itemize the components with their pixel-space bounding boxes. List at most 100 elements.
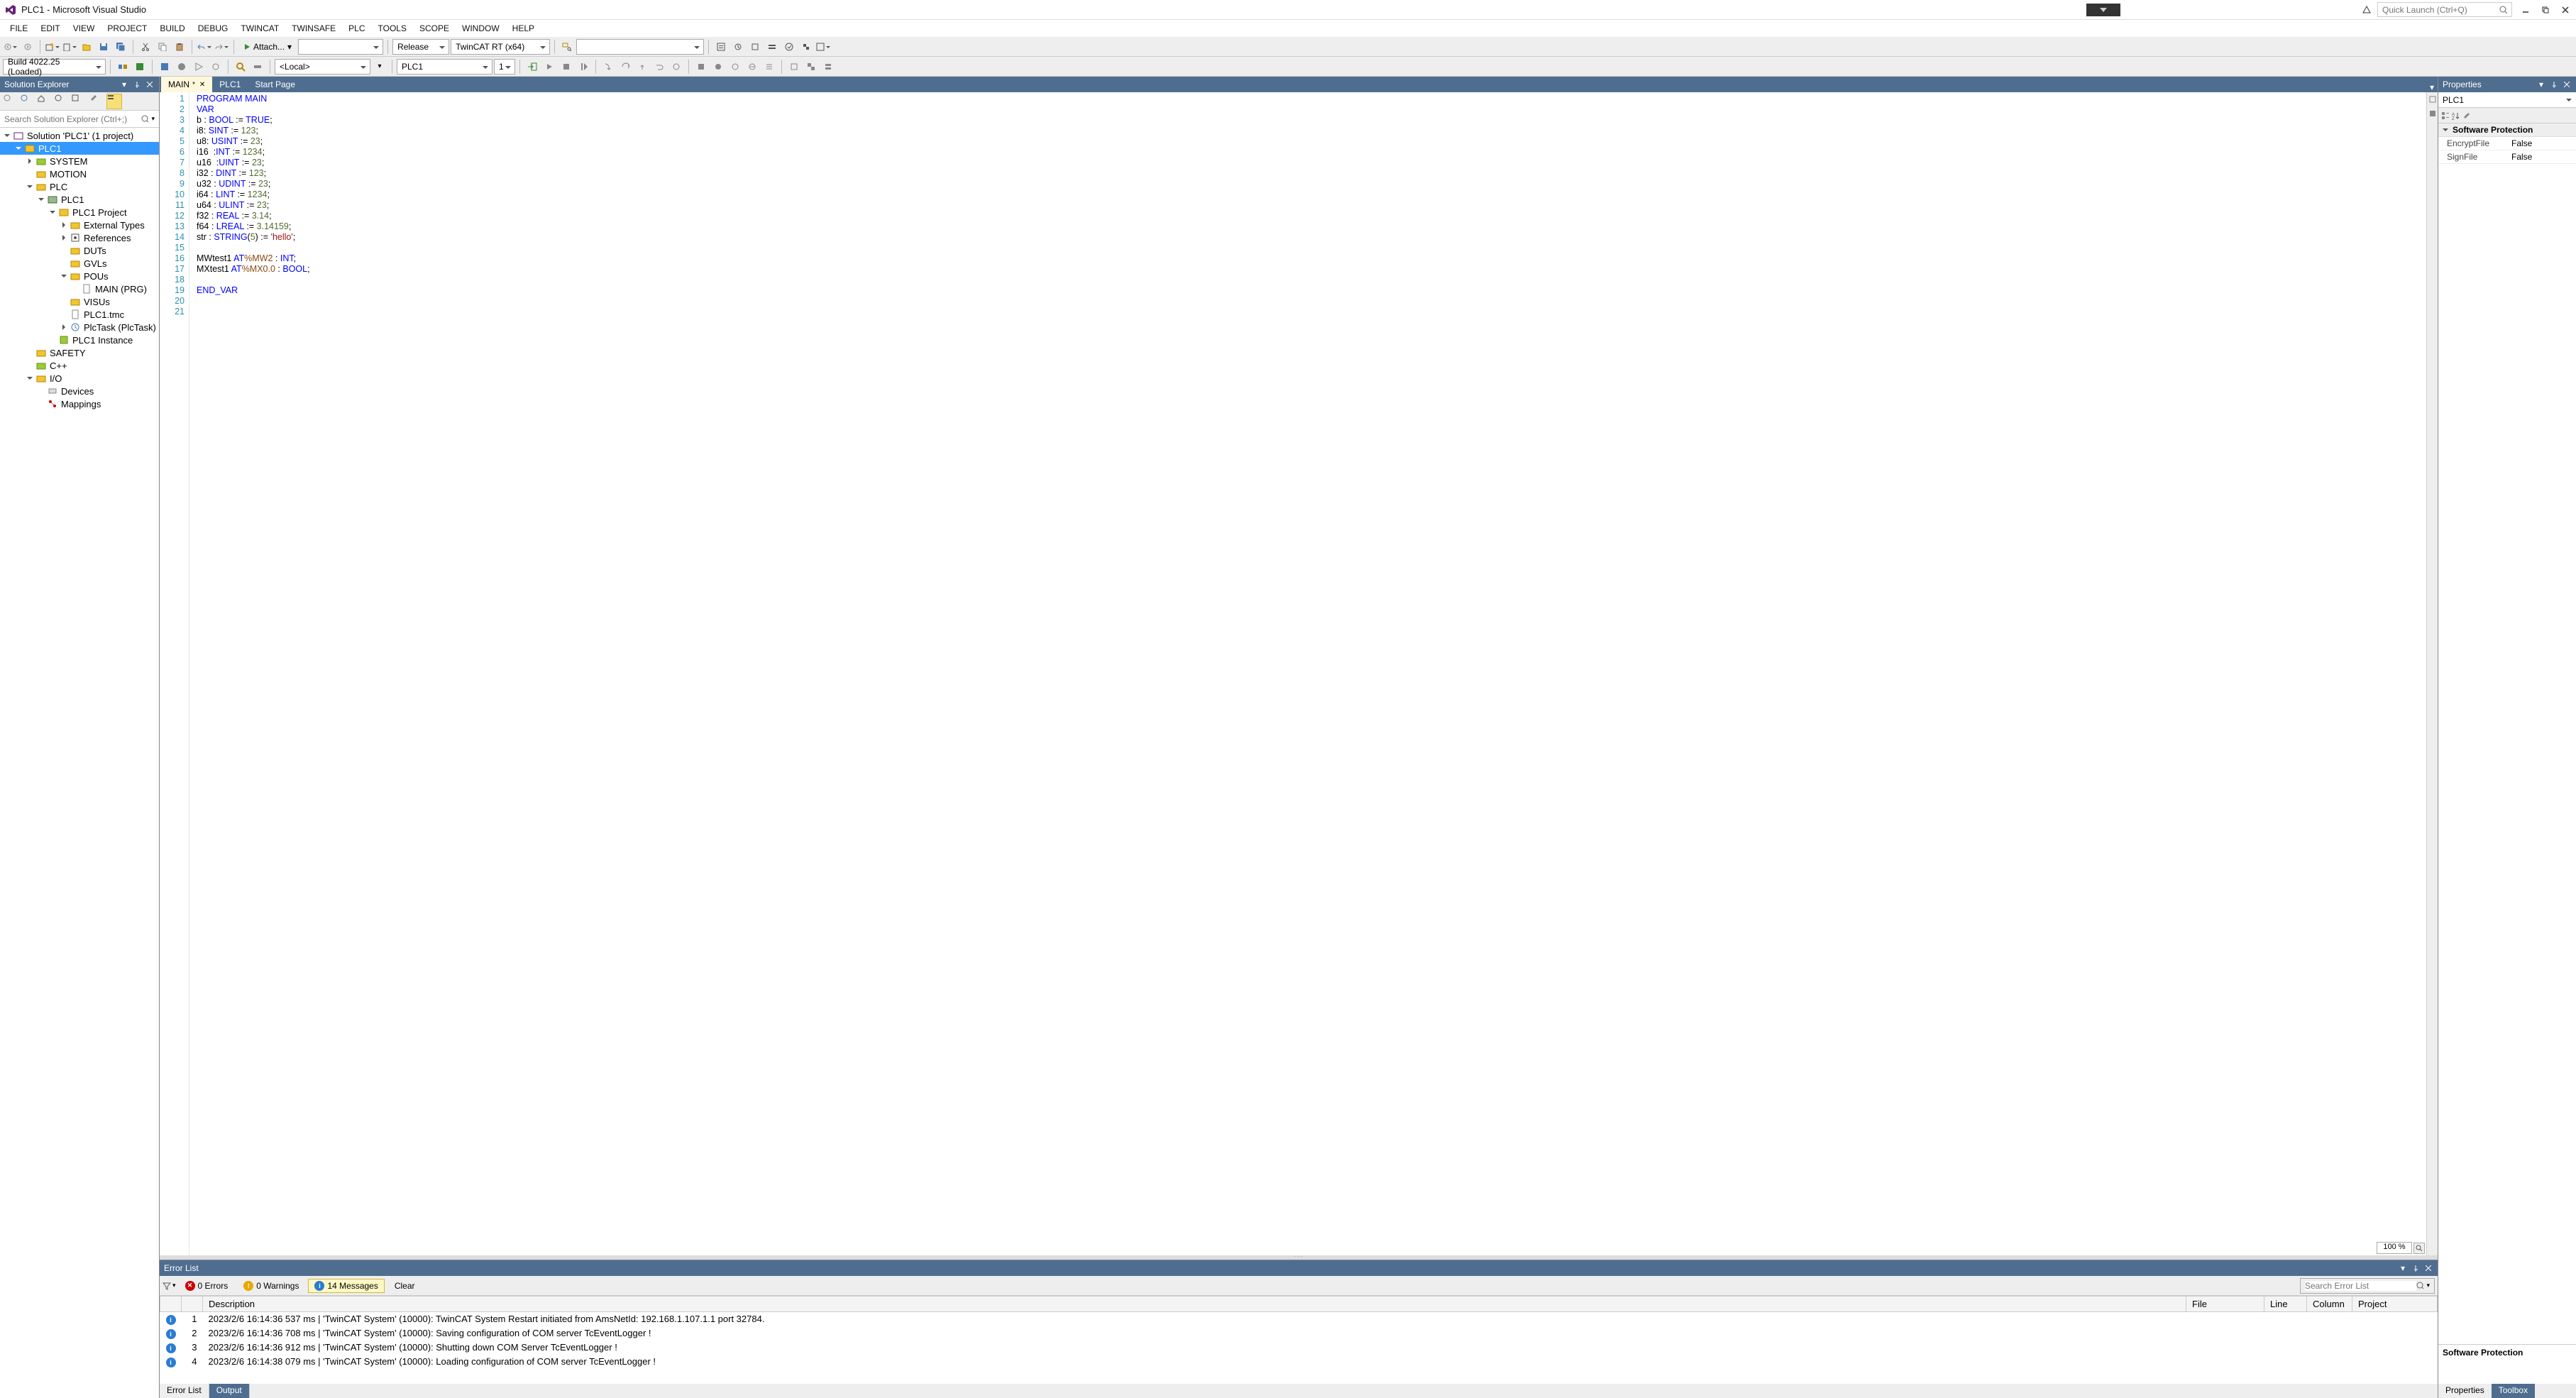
solution-root[interactable]: Solution 'PLC1' (1 project): [0, 129, 159, 142]
tc-btn-1[interactable]: [713, 39, 729, 55]
property-row[interactable]: EncryptFileFalse: [2438, 137, 2576, 150]
bp-new[interactable]: [710, 59, 726, 75]
error-table[interactable]: DescriptionFileLineColumnProject i12023/…: [160, 1296, 2438, 1384]
tree-item[interactable]: C++: [0, 359, 159, 372]
run-to-cursor[interactable]: [668, 59, 684, 75]
tree-item[interactable]: PLC1 Project: [0, 206, 159, 219]
messages-filter[interactable]: i14 Messages: [308, 1279, 384, 1293]
tree-item[interactable]: PLC: [0, 180, 159, 193]
tc-freerun[interactable]: [191, 59, 207, 75]
menu-plc[interactable]: PLC: [343, 22, 370, 35]
error-search-input[interactable]: [2305, 1281, 2416, 1291]
find-button[interactable]: [559, 39, 575, 55]
close-button[interactable]: [2559, 4, 2572, 16]
menu-file[interactable]: FILE: [4, 22, 33, 35]
home-icon[interactable]: [3, 94, 18, 109]
errors-filter[interactable]: ✕0 Errors: [179, 1279, 235, 1293]
prop-page-icon[interactable]: [2462, 111, 2471, 120]
pin-icon[interactable]: [132, 79, 142, 89]
properties-target[interactable]: PLC1: [2438, 92, 2576, 108]
tc-btn-2[interactable]: [730, 39, 746, 55]
panel-close-icon[interactable]: [145, 79, 155, 89]
project-combo[interactable]: PLC1: [397, 59, 492, 75]
bp-disable[interactable]: [761, 59, 777, 75]
tab-close-icon[interactable]: ✕: [199, 81, 205, 89]
build-combo[interactable]: Build 4022.25 (Loaded): [3, 59, 106, 75]
horizontal-splitter[interactable]: [160, 1255, 2438, 1260]
tc-scan[interactable]: [233, 59, 248, 75]
property-value[interactable]: False: [2507, 137, 2576, 150]
title-tab-dropdown[interactable]: [2086, 4, 2120, 16]
step-out[interactable]: [634, 59, 650, 75]
menu-scope[interactable]: SCOPE: [414, 22, 455, 35]
preview-icon[interactable]: [106, 94, 122, 109]
document-tab[interactable]: PLC1: [212, 77, 248, 92]
panel-dropdown-icon[interactable]: ▾: [119, 79, 129, 89]
tree-item[interactable]: PLC1 Instance: [0, 334, 159, 346]
tree-item[interactable]: External Types: [0, 219, 159, 231]
panel-close-icon[interactable]: [2562, 79, 2572, 89]
solution-search-input[interactable]: [4, 114, 141, 124]
redo-button[interactable]: [214, 39, 229, 55]
extra-btn-2[interactable]: [803, 59, 819, 75]
stop-button[interactable]: [558, 59, 574, 75]
zoom-field[interactable]: 100 %: [2377, 1242, 2412, 1254]
tree-item[interactable]: PLC1.tmc: [0, 308, 159, 321]
tree-item[interactable]: GVLs: [0, 257, 159, 270]
code-area[interactable]: PROGRAM MAINVARb : BOOL := TRUE;i8: SINT…: [189, 92, 2426, 1255]
paste-button[interactable]: [172, 39, 187, 55]
pin-icon[interactable]: [2549, 79, 2559, 89]
error-row[interactable]: i32023/2/6 16:14:36 912 ms | 'TwinCAT Sy…: [160, 1341, 2438, 1355]
menu-build[interactable]: BUILD: [154, 22, 190, 35]
quick-launch-search[interactable]: [2377, 2, 2512, 17]
tree-item[interactable]: MAIN (PRG): [0, 282, 159, 295]
show-all-icon[interactable]: [71, 94, 87, 109]
panel-dropdown-icon[interactable]: ▾: [2536, 79, 2546, 89]
tree-item[interactable]: VISUs: [0, 295, 159, 308]
alphabetical-icon[interactable]: AZ: [2451, 111, 2460, 120]
tc-toggle[interactable]: [250, 59, 265, 75]
empty-combo-1[interactable]: [298, 39, 383, 55]
properties-icon[interactable]: [89, 94, 105, 109]
props-bottom-tab[interactable]: Properties: [2438, 1384, 2492, 1398]
bottom-tab[interactable]: Error List: [160, 1384, 209, 1398]
home-nav-icon[interactable]: [37, 94, 53, 109]
column-header[interactable]: Column: [2307, 1297, 2352, 1312]
column-header[interactable]: [160, 1297, 182, 1312]
document-tab[interactable]: Start Page: [248, 77, 302, 92]
tree-item[interactable]: SYSTEM: [0, 155, 159, 167]
bp-delete[interactable]: [744, 59, 760, 75]
config-combo[interactable]: Release: [392, 39, 449, 55]
solution-tree[interactable]: Solution 'PLC1' (1 project) PLC1SYSTEMMO…: [0, 128, 159, 1398]
tc-run-mode[interactable]: [174, 59, 189, 75]
property-row[interactable]: SignFileFalse: [2438, 150, 2576, 164]
logout-button[interactable]: [541, 59, 557, 75]
column-header[interactable]: Description: [203, 1297, 2186, 1312]
start-button[interactable]: [576, 59, 591, 75]
find-combo[interactable]: [576, 39, 704, 55]
save-button[interactable]: [96, 39, 111, 55]
tree-item[interactable]: MOTION: [0, 167, 159, 180]
error-row[interactable]: i42023/2/6 16:14:38 079 ms | 'TwinCAT Sy…: [160, 1355, 2438, 1369]
tree-item[interactable]: References: [0, 231, 159, 244]
undo-button[interactable]: [197, 39, 212, 55]
target-choose[interactable]: ▾: [372, 59, 387, 75]
new-project-button[interactable]: [45, 39, 60, 55]
column-header[interactable]: [182, 1297, 203, 1312]
tree-item[interactable]: Mappings: [0, 397, 159, 410]
solution-search[interactable]: ▾: [0, 111, 159, 128]
maximize-button[interactable]: [2539, 4, 2552, 16]
minimize-button[interactable]: [2519, 4, 2532, 16]
error-row[interactable]: i12023/2/6 16:14:36 537 ms | 'TwinCAT Sy…: [160, 1312, 2438, 1327]
pin-icon[interactable]: [2411, 1263, 2421, 1273]
search-dropdown[interactable]: ▾: [2426, 1282, 2430, 1289]
menu-twinsafe[interactable]: TWINSAFE: [286, 22, 341, 35]
tc-btn-5[interactable]: [781, 39, 797, 55]
menu-tools[interactable]: TOOLS: [373, 22, 412, 35]
attach-button[interactable]: Attach... ▾: [238, 39, 297, 55]
tree-item[interactable]: I/O: [0, 372, 159, 385]
menu-project[interactable]: PROJECT: [101, 22, 153, 35]
panel-dropdown-icon[interactable]: ▾: [2398, 1263, 2408, 1273]
menu-view[interactable]: VIEW: [67, 22, 101, 35]
quick-launch-input[interactable]: [2382, 5, 2499, 15]
